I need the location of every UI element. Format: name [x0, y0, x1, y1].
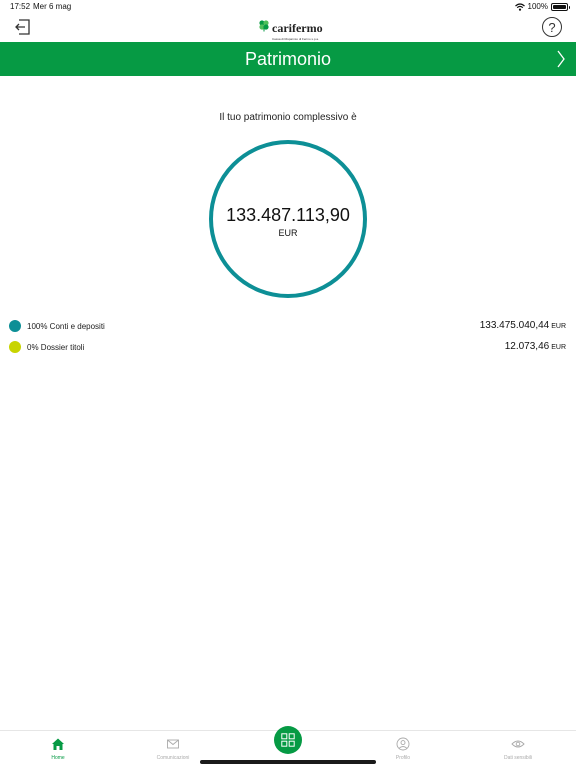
status-right: 100% [514, 2, 570, 11]
battery-percent: 100% [527, 2, 548, 11]
deposits-value: 133.475.040,44 EUR [479, 320, 566, 331]
help-button[interactable]: ? [542, 17, 562, 37]
tab-dati-sensibili[interactable]: Dati sensibili [478, 737, 558, 761]
clover-logo-icon [259, 20, 269, 32]
logout-icon[interactable] [14, 18, 32, 36]
tab-home-label: Home [51, 755, 65, 761]
envelope-icon [167, 739, 179, 749]
grid-icon [281, 733, 295, 747]
tab-dati-sensibili-label: Dati sensibili [503, 755, 533, 761]
carifermo-logo: carifermo Cassa di Risparmio di Fermo s.… [258, 19, 323, 41]
page-title: Patrimonio [244, 49, 332, 69]
total-assets-label: Il tuo patrimonio complessivo è [219, 112, 357, 123]
securities-label: 0% Dossier titoli [27, 343, 85, 352]
user-icon [396, 737, 410, 751]
battery-icon [551, 2, 570, 11]
logo-text: carifermo Cassa di Risparmio di Fermo s.… [272, 19, 323, 41]
status-time: 17:52 [10, 2, 31, 11]
logo-name: carifermo [272, 21, 323, 35]
breakdown-row-deposits: 100% Conti e depositi 133.475.040,44 EUR [0, 318, 576, 336]
deposits-label: 100% Conti e depositi [27, 322, 105, 331]
tab-profilo[interactable]: Profilo [363, 737, 443, 761]
tab-home[interactable]: Home [18, 737, 98, 761]
logo-subtitle: Cassa di Risparmio di Fermo s.p.a. [272, 37, 319, 41]
eye-icon [511, 740, 525, 748]
total-assets-currency: EUR [278, 228, 298, 238]
securities-color-dot [9, 341, 21, 353]
wifi-icon [514, 2, 525, 11]
help-icon: ? [548, 19, 556, 35]
home-indicator [200, 760, 376, 764]
securities-value: 12.073,46 EUR [504, 341, 566, 352]
app-header: carifermo Cassa di Risparmio di Fermo s.… [0, 14, 576, 42]
deposits-color-dot [9, 320, 21, 332]
total-assets-ring: 133.487.113,90 EUR [209, 140, 367, 298]
status-date: Mer 6 mag [33, 2, 72, 11]
chevron-right-icon[interactable] [556, 49, 566, 69]
title-bar: Patrimonio [0, 42, 576, 76]
home-icon [52, 738, 64, 750]
total-assets-amount: 133.487.113,90 [226, 205, 350, 225]
tab-comunicazioni[interactable]: Comunicazioni [133, 737, 213, 761]
status-bar: 17:52 Mer 6 mag 100% [0, 0, 576, 14]
menu-grid-button[interactable] [274, 726, 302, 754]
breakdown-row-securities: 0% Dossier titoli 12.073,46 EUR [0, 339, 576, 357]
